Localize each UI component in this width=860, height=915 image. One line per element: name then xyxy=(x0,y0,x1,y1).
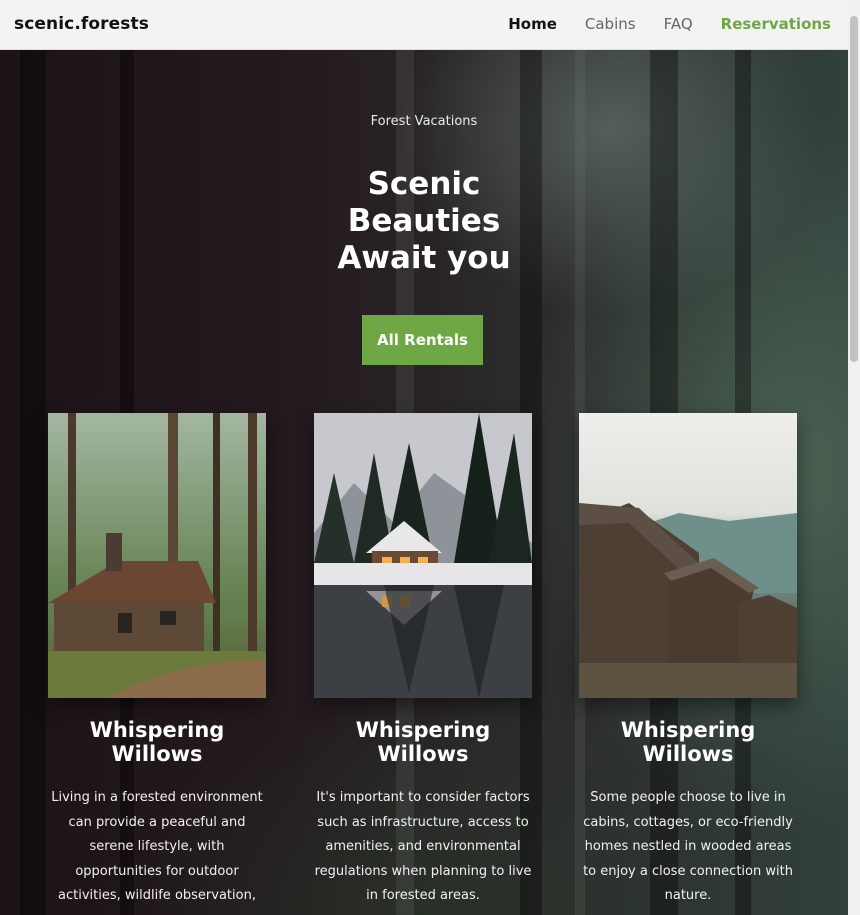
rental-card: Whispering Willows Some people choose to… xyxy=(579,413,797,909)
card-description: Living in a forested environment can pro… xyxy=(42,786,272,909)
nav-link-reservations[interactable]: Reservations xyxy=(721,15,831,33)
log-cabin-forest-image[interactable] xyxy=(48,413,266,698)
card-title-line: Willows xyxy=(111,742,203,766)
hero-title-line: Scenic xyxy=(367,166,481,202)
card-title: Whispering Willows xyxy=(314,718,532,766)
nav-links: Home Cabins FAQ Reservations xyxy=(480,15,831,33)
top-navbar: scenic.forests Home Cabins FAQ Reservati… xyxy=(0,0,848,50)
rental-card: Whispering Willows It's important to con… xyxy=(314,413,532,909)
card-text-line: opportunities for outdoor xyxy=(75,863,239,879)
nav-link-cabins[interactable]: Cabins xyxy=(585,15,636,33)
card-title: Whispering Willows xyxy=(579,718,797,766)
rental-card: Whispering Willows Living in a forested … xyxy=(48,413,266,909)
lakeside-lodge-snow-image[interactable] xyxy=(314,413,532,698)
card-text-line: regulations when planning to live xyxy=(314,863,532,879)
card-text-line: serene lifestyle, with xyxy=(89,839,225,854)
hero-eyebrow: Forest Vacations xyxy=(370,114,478,129)
hero-section: Forest Vacations Scenic Beauties Await y… xyxy=(0,50,848,915)
card-description: It's important to consider factors such … xyxy=(308,786,538,909)
card-text-line: Living in a forested environment xyxy=(51,790,263,805)
card-title-line: Willows xyxy=(642,742,734,766)
brand-logo[interactable]: scenic.forests xyxy=(14,14,149,34)
card-text-line: to enjoy a close connection with xyxy=(583,863,793,879)
card-title: Whispering Willows xyxy=(48,718,266,766)
all-rentals-button[interactable]: All Rentals xyxy=(362,315,483,365)
card-description: Some people choose to live in cabins, co… xyxy=(573,786,803,909)
vertical-scrollbar[interactable] xyxy=(848,0,860,915)
nav-link-faq[interactable]: FAQ xyxy=(664,15,693,33)
card-text-line: in forested areas. xyxy=(366,888,480,903)
hero-title-line: Await you xyxy=(337,240,511,276)
scrollbar-thumb[interactable] xyxy=(850,16,858,362)
page: scenic.forests Home Cabins FAQ Reservati… xyxy=(0,0,848,915)
hero-title-line: Beauties xyxy=(347,203,501,239)
card-title-line: Whispering xyxy=(620,718,756,742)
card-title-line: Whispering xyxy=(89,718,225,742)
hero-title: Scenic Beauties Await you xyxy=(0,166,848,277)
card-text-line: can provide a peaceful and xyxy=(68,814,246,830)
card-text-line: nature. xyxy=(664,888,712,903)
nav-link-home[interactable]: Home xyxy=(508,15,557,33)
mountain-huts-image[interactable] xyxy=(579,413,797,698)
card-title-line: Willows xyxy=(377,742,469,766)
card-text-line: such as infrastructure, access to xyxy=(317,814,529,830)
card-text-line: Some people choose to live in xyxy=(590,790,786,805)
card-text-line: It's important to consider factors xyxy=(316,790,530,805)
card-text-line: activities, wildlife observation, xyxy=(58,888,256,903)
card-text-line: amenities, and environmental xyxy=(325,839,521,854)
card-text-line: cabins, cottages, or eco-friendly xyxy=(583,814,793,830)
card-title-line: Whispering xyxy=(355,718,491,742)
card-text-line: homes nestled in wooded areas xyxy=(584,839,792,854)
